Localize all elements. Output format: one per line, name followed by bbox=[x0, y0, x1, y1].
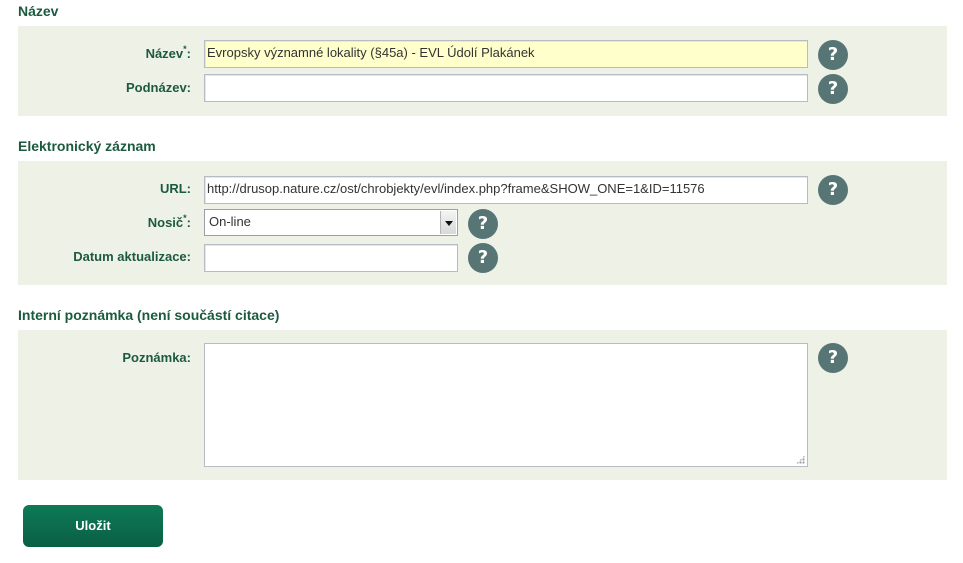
required-mark: * bbox=[183, 213, 187, 223]
chevron-down-icon[interactable] bbox=[440, 211, 456, 234]
help-icon[interactable]: ? bbox=[468, 209, 498, 239]
label-nazev-text: Název bbox=[145, 46, 184, 61]
datum-aktualizace-input[interactable] bbox=[204, 244, 458, 272]
label-colon: : bbox=[186, 215, 191, 230]
nazev-input[interactable]: Evropsky významné lokality (§45a) - EVL … bbox=[204, 40, 808, 68]
save-button[interactable]: Uložit bbox=[23, 505, 163, 547]
section-title-nazev: Název bbox=[18, 3, 59, 19]
label-poznamka: Poznámka: bbox=[122, 350, 191, 365]
nosic-selected-value: On-line bbox=[209, 214, 251, 229]
resize-grip-icon[interactable] bbox=[796, 455, 805, 464]
help-icon[interactable]: ? bbox=[818, 40, 848, 70]
label-colon: : bbox=[186, 46, 191, 61]
label-url: URL: bbox=[159, 181, 191, 196]
label-nazev: Název*: bbox=[0, 44, 191, 61]
help-icon[interactable]: ? bbox=[818, 74, 848, 104]
help-icon[interactable]: ? bbox=[818, 175, 848, 205]
podnazev-input[interactable] bbox=[204, 74, 808, 102]
section-title-elektronicky-zaznam: Elektronický záznam bbox=[18, 138, 156, 154]
help-icon[interactable]: ? bbox=[468, 243, 498, 273]
label-nosic: Nosič*: bbox=[0, 213, 191, 230]
section-title-interni-poznamka: Interní poznámka (není součástí citace) bbox=[18, 307, 280, 323]
label-nosic-text: Nosič bbox=[147, 215, 184, 230]
poznamka-textarea[interactable] bbox=[204, 343, 808, 467]
label-podnazev: Podnázev: bbox=[125, 80, 191, 95]
nosic-select[interactable]: On-line bbox=[204, 209, 458, 236]
help-icon[interactable]: ? bbox=[818, 343, 848, 373]
label-datum-aktualizace: Datum aktualizace: bbox=[73, 249, 191, 264]
required-mark: * bbox=[183, 44, 187, 54]
url-input[interactable]: http://drusop.nature.cz/ost/chrobjekty/e… bbox=[204, 176, 808, 204]
